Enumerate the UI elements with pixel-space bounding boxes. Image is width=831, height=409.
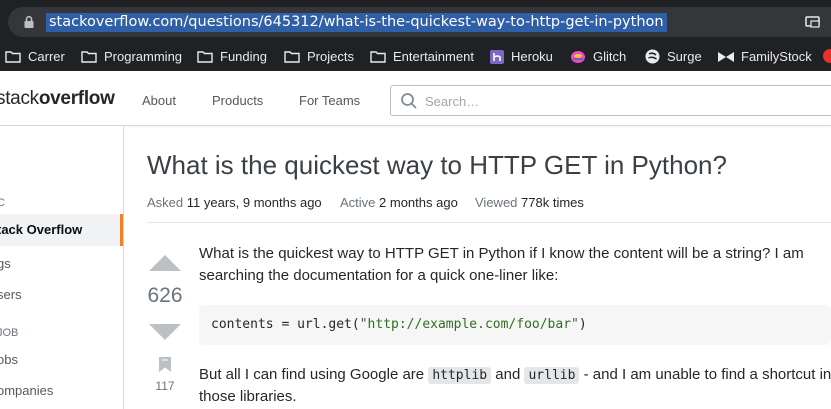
question-title[interactable]: What is the quickest way to HTTP GET in … bbox=[147, 150, 727, 181]
sidebar-item-jobs[interactable]: obs bbox=[0, 352, 18, 367]
nav-about[interactable]: About bbox=[142, 93, 176, 108]
address-bar[interactable]: stackoverflow.com/questions/645312/what-… bbox=[8, 7, 831, 37]
code-block: contents = url.get("http://example.com/f… bbox=[199, 305, 831, 345]
search-box[interactable] bbox=[390, 85, 831, 116]
heroku-icon bbox=[490, 49, 504, 64]
folder-icon bbox=[81, 51, 97, 63]
cast-icon[interactable] bbox=[805, 16, 821, 28]
bookmark-funding[interactable]: Funding bbox=[197, 42, 267, 71]
inline-code-urllib: urllib bbox=[524, 367, 580, 384]
vote-count: 626 bbox=[147, 284, 183, 307]
bookmark-count: 117 bbox=[155, 379, 175, 393]
overflow-bookmark-icon[interactable] bbox=[823, 49, 831, 63]
bookmark-entertainment[interactable]: Entertainment bbox=[370, 42, 474, 71]
left-sidebar: · C tack Overflow gs sers JOB obs ompani… bbox=[0, 126, 124, 409]
site-header: stackoverflow About Products For Teams bbox=[0, 71, 831, 126]
title-divider bbox=[147, 222, 831, 223]
folder-icon bbox=[370, 51, 386, 63]
question-body-line: What is the quickest way to HTTP GET in … bbox=[199, 245, 804, 262]
nav-products[interactable]: Products bbox=[212, 93, 263, 108]
bookmark-surge[interactable]: Surge bbox=[645, 42, 702, 71]
bookmark-projects[interactable]: Projects bbox=[284, 42, 354, 71]
sidebar-item-users[interactable]: sers bbox=[0, 287, 22, 302]
bookmark-heroku[interactable]: Heroku bbox=[490, 42, 553, 71]
question-body-line: searching the documentation for a quick … bbox=[199, 267, 559, 284]
downvote-icon[interactable] bbox=[149, 324, 181, 340]
sidebar-item-stackoverflow[interactable]: tack Overflow bbox=[0, 214, 123, 246]
bookmark-programming[interactable]: Programming bbox=[81, 42, 182, 71]
meta-active: Active 2 months ago bbox=[340, 195, 458, 210]
meta-asked: Asked 11 years, 9 months ago bbox=[147, 195, 322, 210]
folder-icon bbox=[284, 51, 300, 63]
bookmark-carrer[interactable]: Carrer bbox=[5, 42, 65, 71]
sidebar-item-tags[interactable]: gs bbox=[0, 256, 11, 271]
sidebar-fragment: · bbox=[0, 159, 1, 174]
upvote-icon[interactable] bbox=[149, 255, 181, 271]
question-body-line: But all I can find using Google are http… bbox=[199, 366, 831, 384]
nav-for-teams[interactable]: For Teams bbox=[299, 93, 360, 108]
url-text[interactable]: stackoverflow.com/questions/645312/what-… bbox=[46, 13, 667, 32]
surge-icon bbox=[645, 49, 660, 64]
bookmark-icon[interactable] bbox=[159, 357, 171, 372]
site-logo[interactable]: stackoverflow bbox=[0, 88, 115, 110]
bookmark-glitch[interactable]: Glitch bbox=[570, 42, 626, 71]
folder-icon bbox=[5, 51, 21, 63]
bookmarks-bar: Carrer Programming Funding Projects Ente… bbox=[0, 42, 831, 72]
sidebar-section-public: C bbox=[0, 197, 5, 209]
bookmark-familystock[interactable]: FamilyStock bbox=[718, 42, 812, 71]
glitch-icon bbox=[571, 50, 585, 63]
folder-icon bbox=[197, 51, 213, 63]
question-body-line: those libraries. bbox=[199, 388, 297, 405]
sidebar-section-jobs: JOB bbox=[0, 327, 19, 339]
meta-viewed: Viewed 778k times bbox=[475, 195, 584, 210]
search-icon bbox=[401, 93, 417, 109]
browser-toolbar: stackoverflow.com/questions/645312/what-… bbox=[0, 0, 831, 42]
familystock-icon bbox=[718, 51, 734, 62]
search-input[interactable] bbox=[423, 90, 827, 112]
lock-icon[interactable] bbox=[22, 15, 36, 29]
inline-code-httplib: httplib bbox=[428, 367, 492, 384]
sidebar-item-companies[interactable]: ompanies bbox=[0, 383, 53, 398]
